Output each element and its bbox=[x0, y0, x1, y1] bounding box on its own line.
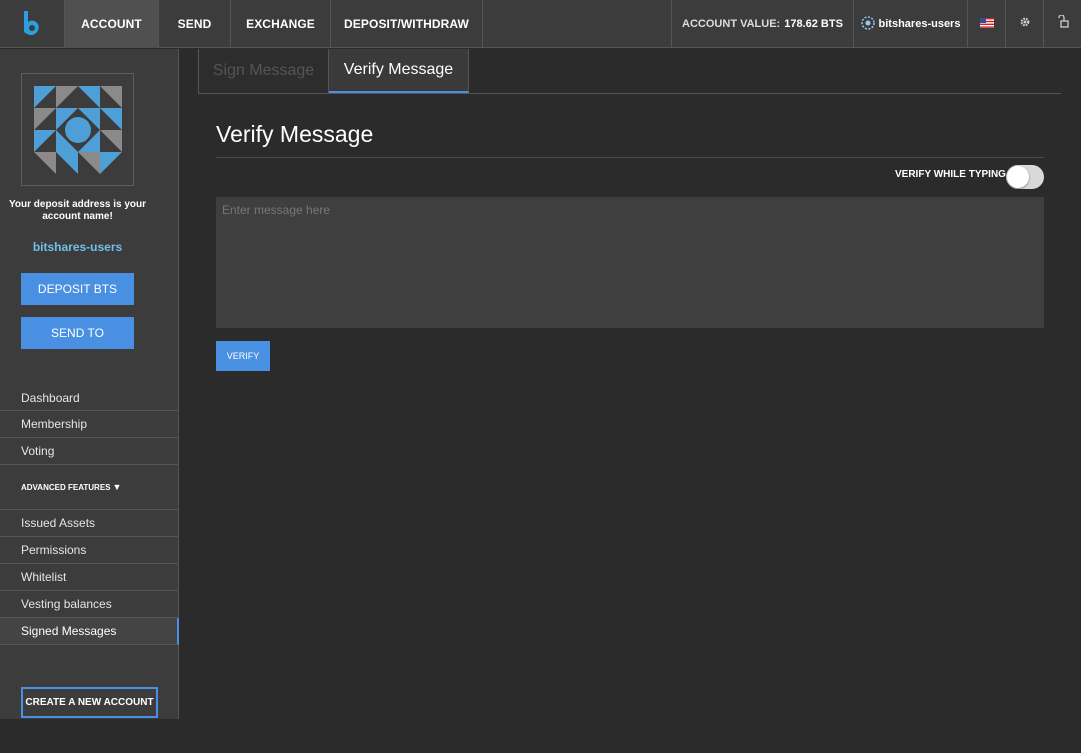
sidebar: Your deposit address is your account nam… bbox=[0, 49, 179, 753]
sidebar-item-whitelist[interactable]: Whitelist bbox=[0, 564, 179, 591]
account-switcher[interactable]: bitshares-users bbox=[854, 0, 968, 48]
advanced-features-label: ADVANCED FEATURES bbox=[21, 482, 111, 492]
deposit-address-note: Your deposit address is your account nam… bbox=[8, 199, 147, 222]
wallet-lock-button[interactable] bbox=[1044, 0, 1081, 48]
sidebar-item-vesting-balances[interactable]: Vesting balances bbox=[0, 591, 179, 618]
send-to-button[interactable]: SEND TO bbox=[21, 317, 134, 349]
sidebar-item-membership[interactable]: Membership bbox=[0, 411, 179, 438]
bitshares-logo-icon[interactable] bbox=[0, 0, 65, 48]
nav-deposit-withdraw[interactable]: DEPOSIT/WITHDRAW bbox=[331, 0, 483, 48]
account-name: bitshares-users bbox=[878, 18, 961, 30]
sidebar-footer bbox=[0, 719, 179, 753]
advanced-features-toggle[interactable]: ADVANCED FEATURES ▼ bbox=[0, 465, 179, 510]
nav-send[interactable]: SEND bbox=[159, 0, 231, 48]
us-flag-icon bbox=[979, 15, 994, 33]
sidebar-item-voting[interactable]: Voting bbox=[0, 438, 179, 465]
account-value: ACCOUNT VALUE: 178.62 BTS bbox=[671, 0, 854, 48]
create-account-button[interactable]: CREATE A NEW ACCOUNT bbox=[21, 687, 158, 718]
sidebar-item-signed-messages[interactable]: Signed Messages bbox=[0, 618, 179, 645]
page-title: Verify Message bbox=[216, 121, 374, 147]
identicon-icon bbox=[33, 85, 122, 174]
nav-account[interactable]: ACCOUNT bbox=[65, 0, 159, 48]
gear-icon bbox=[1019, 15, 1031, 33]
title-divider bbox=[216, 157, 1044, 158]
deposit-bts-button[interactable]: DEPOSIT BTS bbox=[21, 273, 134, 305]
nav-exchange[interactable]: EXCHANGE bbox=[231, 0, 331, 48]
account-value-label: ACCOUNT VALUE: bbox=[682, 18, 781, 30]
main-content: Sign Message Verify Message Verify Messa… bbox=[180, 49, 1081, 753]
tab-verify-message[interactable]: Verify Message bbox=[329, 49, 469, 93]
verify-while-typing-toggle[interactable] bbox=[1006, 165, 1044, 189]
unlock-icon bbox=[1057, 14, 1069, 33]
language-selector[interactable] bbox=[968, 0, 1006, 48]
settings-button[interactable] bbox=[1006, 0, 1044, 48]
toggle-knob bbox=[1007, 166, 1029, 188]
verify-button[interactable]: VERIFY bbox=[216, 341, 270, 371]
top-navbar: ACCOUNT SEND EXCHANGE DEPOSIT/WITHDRAW A… bbox=[0, 0, 1081, 48]
navbar-spacer bbox=[483, 0, 671, 47]
verify-while-typing-label: VERIFY WHILE TYPING bbox=[895, 169, 1006, 180]
account-identicon-icon bbox=[860, 15, 875, 33]
account-value-amount: 178.62 BTS bbox=[784, 18, 843, 30]
sidebar-account-name[interactable]: bitshares-users bbox=[0, 240, 155, 254]
account-avatar bbox=[21, 73, 134, 186]
sidebar-item-dashboard[interactable]: Dashboard bbox=[0, 385, 179, 411]
sidebar-menu: Dashboard Membership Voting ADVANCED FEA… bbox=[0, 385, 179, 645]
message-tabs: Sign Message Verify Message bbox=[198, 49, 1061, 94]
sidebar-item-issued-assets[interactable]: Issued Assets bbox=[0, 510, 179, 537]
tab-sign-message[interactable]: Sign Message bbox=[198, 49, 329, 93]
sidebar-item-permissions[interactable]: Permissions bbox=[0, 537, 179, 564]
caret-down-icon: ▼ bbox=[112, 482, 122, 492]
message-input[interactable] bbox=[216, 197, 1044, 328]
